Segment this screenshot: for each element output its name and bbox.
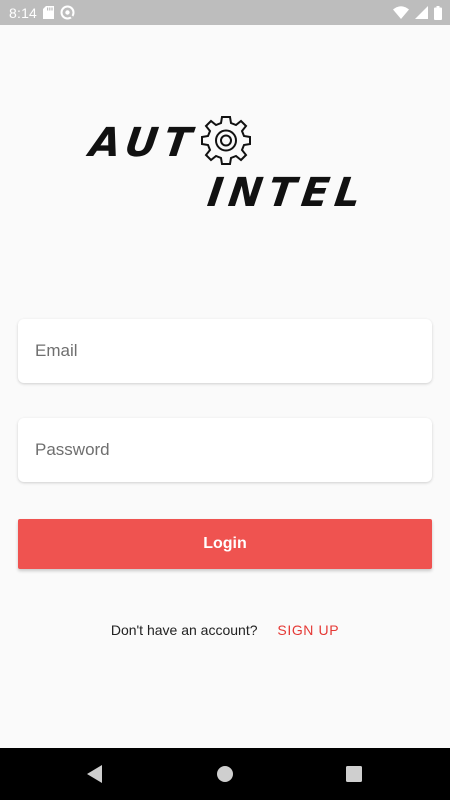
gear-icon <box>201 116 251 165</box>
status-right <box>393 5 442 20</box>
login-button[interactable]: Login <box>18 519 432 569</box>
email-field[interactable] <box>18 319 432 383</box>
signup-row: Don't have an account? SIGN UP <box>0 622 450 638</box>
status-bar: 8:14 <box>0 0 450 25</box>
app-logo: AUT INTEL <box>86 110 370 220</box>
signup-prompt: Don't have an account? <box>110 622 258 638</box>
email-field-container <box>18 319 432 383</box>
sign-up-link[interactable]: SIGN UP <box>277 622 339 638</box>
navigation-bar <box>0 748 450 800</box>
back-icon[interactable] <box>84 763 106 785</box>
home-icon[interactable] <box>214 763 236 785</box>
wifi-icon <box>393 6 409 19</box>
signal-icon <box>415 6 428 19</box>
status-time: 8:14 <box>9 4 38 21</box>
sd-card-icon <box>43 6 55 19</box>
battery-icon <box>434 5 442 20</box>
recents-icon[interactable] <box>343 763 365 785</box>
sync-icon <box>60 5 75 20</box>
status-left: 8:14 <box>9 5 75 21</box>
logo-text-line2: INTEL <box>204 170 370 216</box>
password-field[interactable] <box>18 418 432 482</box>
logo-text-line1: AUT <box>86 120 201 166</box>
password-field-container <box>18 418 432 482</box>
login-screen: 8:14 AUT INTEL Email Login Don't have an… <box>0 0 450 800</box>
